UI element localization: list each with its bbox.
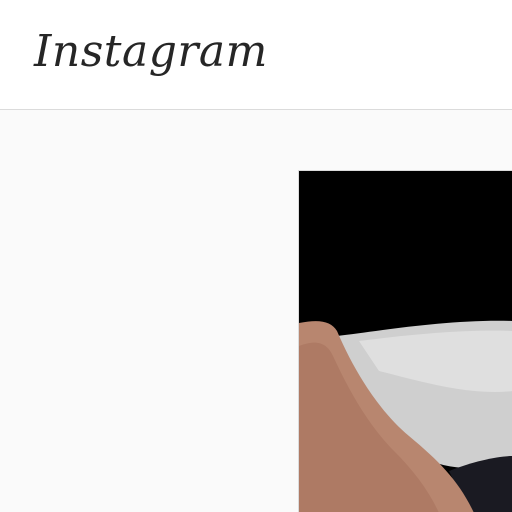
post-photo[interactable] — [298, 170, 512, 512]
instagram-logo[interactable]: Instagram — [34, 22, 268, 82]
main-content — [0, 110, 512, 512]
post-photo-image — [299, 171, 512, 512]
top-navigation-bar: Instagram — [0, 0, 512, 110]
